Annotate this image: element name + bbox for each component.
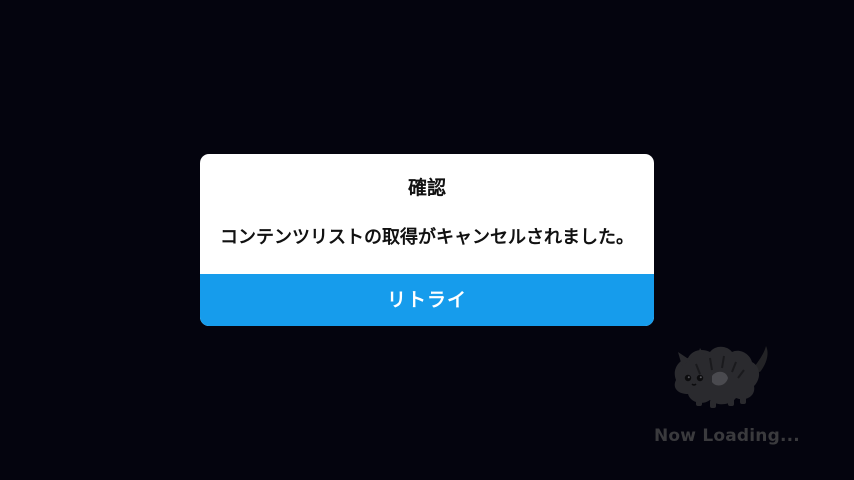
dialog-title: 確認 — [407, 177, 446, 199]
retry-button[interactable]: リトライ — [200, 274, 654, 326]
dialog-message: コンテンツリストの取得がキャンセルされました。 — [220, 227, 634, 248]
fluffy-creature-icon — [674, 346, 768, 408]
confirm-dialog: 確認 コンテンツリストの取得がキャンセルされました。 リトライ — [200, 154, 654, 326]
screen: 確認 コンテンツリストの取得がキャンセルされました。 リトライ Now Load… — [0, 0, 854, 480]
loading-indicator: Now Loading... — [654, 340, 804, 450]
loading-text: Now Loading... — [654, 426, 800, 446]
dialog-body: 確認 コンテンツリストの取得がキャンセルされました。 — [200, 154, 654, 274]
